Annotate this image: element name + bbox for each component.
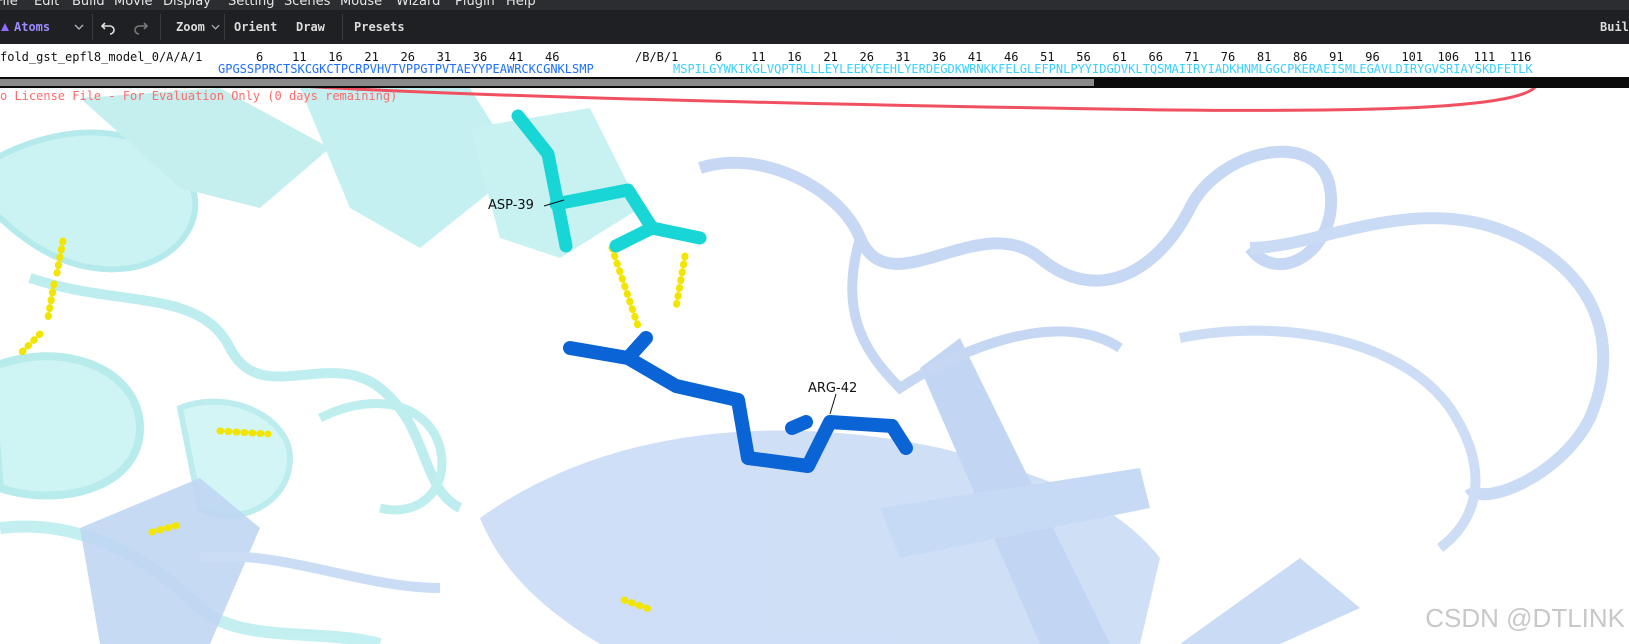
arg42-stick: [621, 331, 653, 365]
toolbar-divider: [342, 14, 343, 40]
draw-label: Draw: [296, 20, 325, 34]
scrollbar-thumb[interactable]: [0, 79, 1094, 86]
zoom-label: Zoom: [176, 20, 205, 34]
chain-a-label[interactable]: fold_gst_epfl8_model_0/A/A/1: [0, 50, 202, 64]
watermark: CSDN @DTLINK: [1425, 603, 1625, 633]
toolbar: Atoms Zoom Orient Draw Presets Buil: [0, 10, 1629, 44]
presets-button[interactable]: Presets: [354, 10, 414, 44]
builder-button[interactable]: Buil: [1600, 10, 1629, 44]
menu-edit[interactable]: Edit: [34, 0, 59, 9]
hbond: [44, 280, 58, 322]
chain-b-helix: [0, 352, 145, 500]
toolbar-divider: [224, 14, 225, 40]
redo-icon: [134, 22, 149, 35]
hbond: [672, 252, 689, 312]
toolbar-divider: [160, 14, 161, 40]
hbond: [608, 244, 642, 330]
undo-button[interactable]: [100, 10, 120, 44]
menu-build[interactable]: Build: [72, 0, 105, 9]
license-warning: o License File - For Evaluation Only (0 …: [0, 89, 398, 103]
draw-button[interactable]: Draw: [296, 10, 332, 44]
atoms-dropdown[interactable]: Atoms: [0, 10, 90, 44]
presets-label: Presets: [354, 20, 405, 34]
builder-label: Buil: [1600, 20, 1629, 34]
orient-button[interactable]: Orient: [234, 10, 278, 44]
toolbar-divider: [92, 14, 93, 40]
redo-button[interactable]: [133, 10, 153, 44]
atoms-icon: [1, 23, 9, 31]
arg-label-leader: [829, 393, 837, 415]
sequence-viewer[interactable]: fold_gst_epfl8_model_0/A/A/1 6 11 16 21 …: [0, 44, 1629, 76]
chain-a-sheet: [1180, 558, 1360, 644]
chevron-down-icon: [211, 24, 220, 30]
menu-display[interactable]: Display: [163, 0, 211, 9]
chain-a-sequence[interactable]: GPGSSPPRCTSKCGKCTPCRPVHVTVPPGTPVTAEYYPEA…: [218, 62, 594, 76]
asp39-label: ASP-39: [488, 198, 534, 213]
menu-movie[interactable]: Movie: [114, 0, 152, 9]
chain-a-loop: [698, 145, 1338, 287]
chevron-down-icon: [74, 24, 84, 31]
menu-wizard[interactable]: Wizard: [396, 0, 440, 9]
menu-mouse[interactable]: Mouse: [340, 0, 382, 9]
atoms-label: Atoms: [14, 20, 51, 34]
orient-label: Orient: [234, 20, 278, 34]
menu-plugin[interactable]: Plugin: [455, 0, 495, 9]
arg42-stick: [785, 415, 813, 435]
menu-setting[interactable]: Setting: [228, 0, 275, 9]
zoom-dropdown[interactable]: Zoom: [176, 10, 220, 44]
sequence-scrollbar[interactable]: [0, 77, 1629, 88]
menu-help[interactable]: Help: [506, 0, 536, 9]
chain-b-label[interactable]: /B/B/1: [635, 50, 678, 64]
molecule-scene: [0, 88, 1610, 644]
chain-b-sequence[interactable]: MSPILGYWKIKGLVQPTRLLLEYLEEKYEEHLYERDEGDK…: [673, 62, 1533, 76]
undo-icon: [100, 22, 115, 35]
arg42-label: ARG-42: [808, 381, 858, 396]
hbond: [216, 427, 272, 438]
molecule-viewport[interactable]: [0, 88, 1629, 644]
chain-a-loop: [1179, 325, 1481, 552]
menu-bar: File Edit Build Movie Display Setting Sc…: [0, 0, 1629, 10]
menu-scenes[interactable]: Scenes: [284, 0, 330, 9]
asp39-stick: [609, 221, 659, 253]
menu-file[interactable]: File: [0, 0, 18, 9]
